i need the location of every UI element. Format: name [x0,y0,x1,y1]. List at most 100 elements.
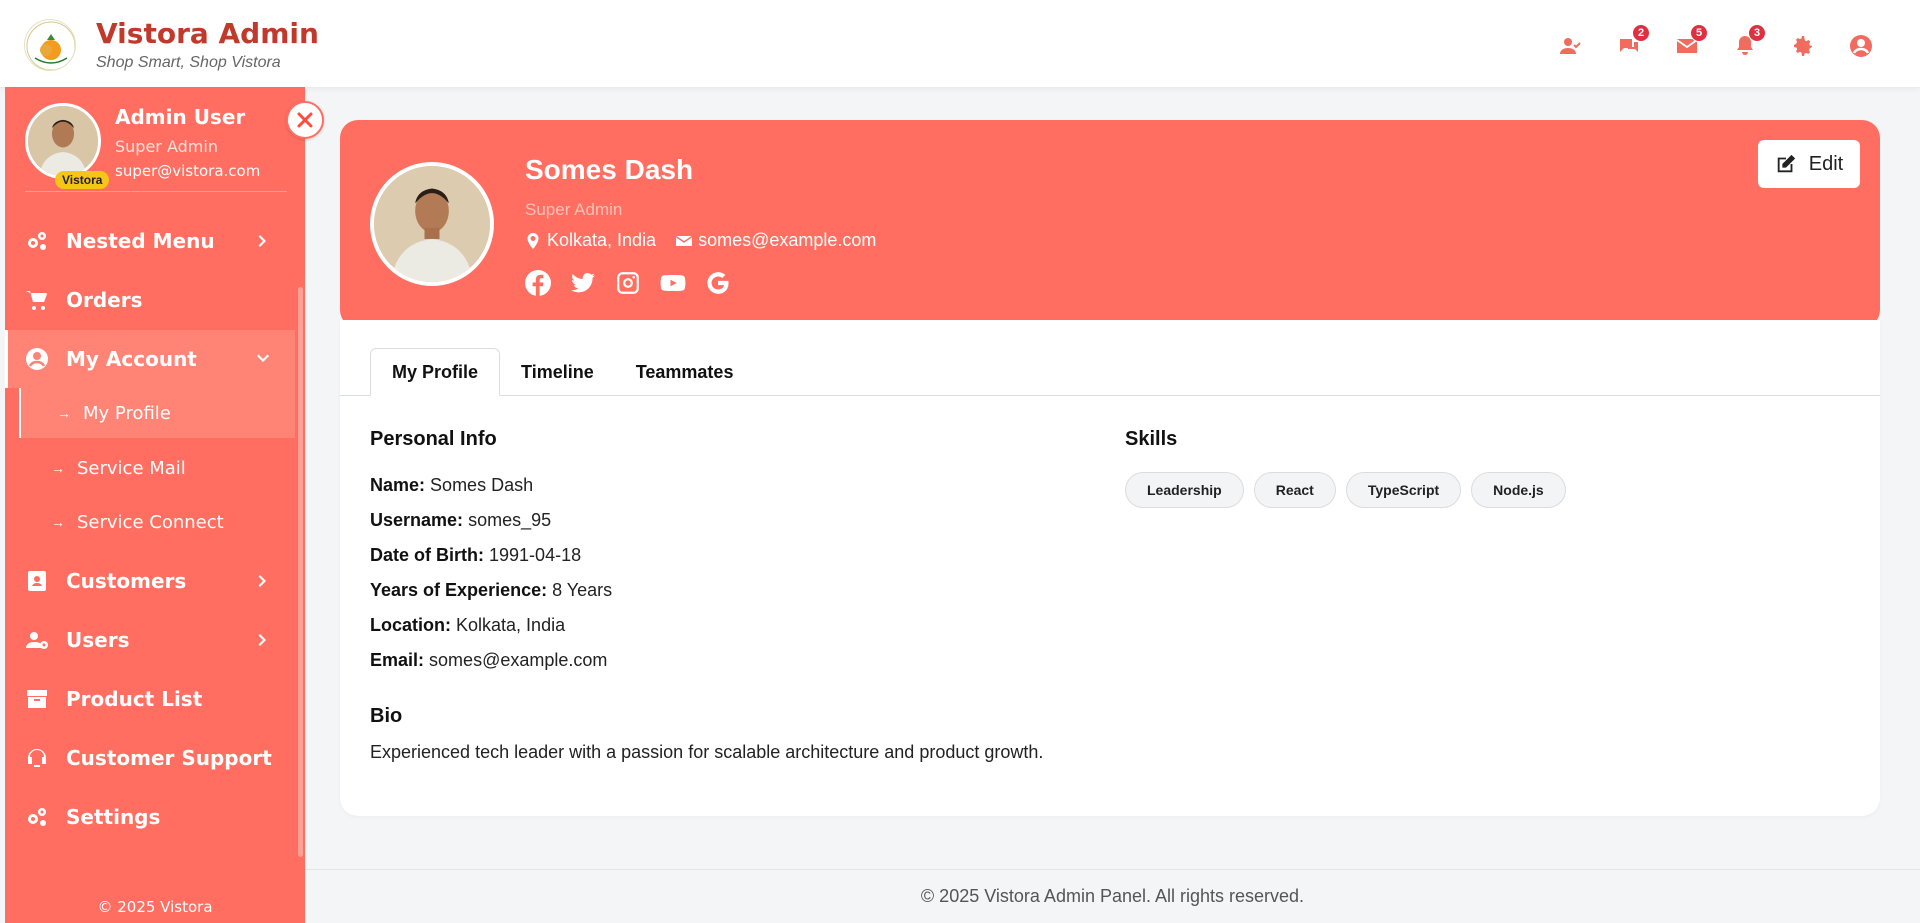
sidebar-item-nested-menu[interactable]: Nested Menu [5,212,295,270]
chevron-down-icon [255,351,271,367]
close-icon [297,112,313,128]
sidebar-item-orders[interactable]: Orders [5,271,295,329]
skills-list: Leadership React TypeScript Node.js [1125,472,1576,508]
mail-badge: 5 [1690,24,1708,42]
skill-chip: Node.js [1471,472,1566,508]
sidebar-subitem-label: Service Mail [77,457,186,479]
envelope-icon[interactable]: 5 [1658,24,1716,62]
tab-timeline[interactable]: Timeline [500,348,615,396]
youtube-icon[interactable] [660,270,686,296]
gears-icon [25,805,49,829]
instagram-icon[interactable] [615,270,641,296]
footer-divider [305,869,1920,870]
profile-meta: Kolkata, India somes@example.com [525,230,876,251]
bio-title: Bio [370,705,403,727]
contact-card-icon [25,569,49,593]
sidebar: Vistora Admin User Super Admin super@vis… [5,87,305,923]
info-row-experience: Years of Experience: 8 Years [370,580,613,600]
top-header: Vistora Admin Shop Smart, Shop Vistora 2… [0,0,1920,88]
gear-icon[interactable] [1774,30,1832,62]
profile-role: Super Admin [525,200,623,219]
cart-icon [25,288,49,312]
sidebar-item-label: My Account [66,347,197,371]
gears-icon [25,229,49,253]
user-gear-icon [25,628,49,652]
skill-chip: Leadership [1125,472,1244,508]
info-row-email: Email: somes@example.com [370,650,608,670]
sidebar-item-label: Nested Menu [66,229,215,253]
info-row-dob: Date of Birth: 1991-04-18 [370,545,582,565]
box-icon [25,687,49,711]
google-icon[interactable] [705,270,731,296]
profile-tabs: My Profile Timeline Teammates [370,348,754,396]
arrow-right-icon: → [51,460,65,476]
sidebar-item-label: Product List [66,687,203,711]
twitter-icon[interactable] [570,270,596,296]
tab-teammates[interactable]: Teammates [615,348,755,396]
chat-icon[interactable]: 2 [1600,24,1658,62]
sidebar-user-email: super@vistora.com [115,162,261,180]
brand[interactable]: Vistora Admin Shop Smart, Shop Vistora [24,18,319,72]
brand-logo [24,19,76,71]
sidebar-item-product-list[interactable]: Product List [5,670,295,728]
sidebar-item-settings[interactable]: Settings [5,788,295,846]
user-circle-icon [25,347,49,371]
sidebar-item-customer-support[interactable]: Customer Support [5,729,295,787]
page-footer: © 2025 Vistora Admin Panel. All rights r… [920,886,1305,906]
sidebar-user-role: Super Admin [115,137,218,156]
notification-badge: 3 [1748,24,1766,42]
sidebar-item-customers[interactable]: Customers [5,552,295,610]
sidebar-item-my-account[interactable]: My Account [5,330,295,388]
chevron-right-icon [255,573,271,589]
info-row-name: Name: Somes Dash [370,475,534,495]
arrow-right-icon: → [57,405,71,421]
sidebar-item-label: Customer Support [66,746,272,770]
sidebar-item-label: Orders [66,288,143,312]
chevron-right-icon [255,233,271,249]
edit-button-label: Edit [1808,152,1844,175]
user-circle-icon[interactable] [1832,30,1890,62]
info-row-location: Location: Kolkata, India [370,615,566,635]
sidebar-item-users[interactable]: Users [5,611,295,669]
sidebar-scrollbar[interactable] [298,287,303,857]
sidebar-item-label: Settings [66,805,161,829]
profile-name: Somes Dash [525,154,694,185]
skill-chip: TypeScript [1345,472,1462,508]
profile-card: My Profile Timeline Teammates Personal I… [340,320,1880,816]
close-sidebar-button[interactable] [286,101,324,139]
bio-text: Experienced tech leader with a passion f… [370,742,1044,762]
tab-my-profile[interactable]: My Profile [370,348,501,396]
social-links [525,270,750,296]
skills-title: Skills [1125,428,1178,450]
headset-icon [25,746,49,770]
map-pin-icon [527,232,539,249]
sidebar-subitem-service-connect[interactable]: → Service Connect [5,497,295,547]
info-row-username: Username: somes_95 [370,510,552,530]
sidebar-footer: © 2025 Vistora [97,898,213,916]
profile-header: Somes Dash Super Admin Kolkata, India so… [340,120,1880,328]
edit-profile-button[interactable]: Edit [1758,140,1860,188]
sidebar-user-name: Admin User [115,105,246,129]
personal-info-title: Personal Info [370,428,497,450]
brand-title: Vistora Admin [96,17,319,50]
sidebar-user-card: Vistora Admin User Super Admin super@vis… [25,103,261,189]
avatar[interactable] [25,103,101,179]
user-tag-badge: Vistora [55,171,110,189]
edit-icon [1777,154,1795,173]
chat-badge: 2 [1632,24,1650,42]
profile-location: Kolkata, India [547,230,657,250]
sidebar-subitem-my-profile[interactable]: → My Profile [19,388,295,438]
sidebar-item-label: Users [66,628,130,652]
sidebar-subitem-label: My Profile [83,402,171,424]
envelope-icon [676,235,693,246]
skill-chip: React [1253,472,1336,508]
sidebar-subitem-label: Service Connect [77,511,224,533]
bell-icon[interactable]: 3 [1716,24,1774,62]
brand-tagline: Shop Smart, Shop Vistora [96,54,281,71]
facebook-icon[interactable] [525,270,551,296]
sidebar-divider [25,191,287,192]
sidebar-item-label: Customers [66,569,187,593]
user-check-icon[interactable] [1542,30,1600,62]
profile-email[interactable]: somes@example.com [698,230,876,251]
sidebar-subitem-service-mail[interactable]: → Service Mail [5,443,295,493]
